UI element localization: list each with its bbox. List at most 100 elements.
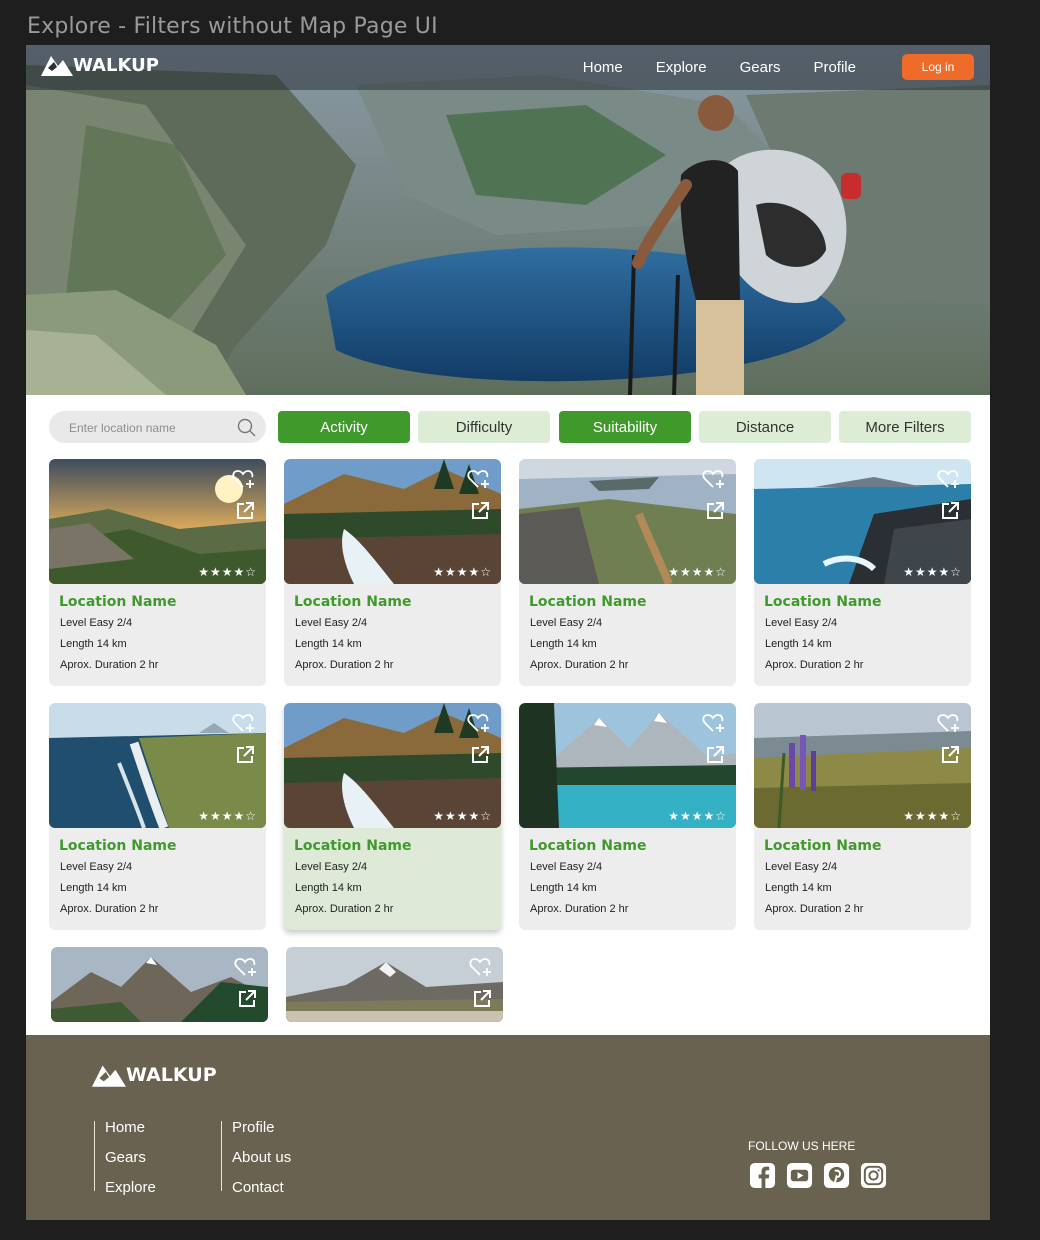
social-links (749, 1162, 887, 1189)
filter-distance[interactable]: Distance (699, 411, 831, 443)
trail-card[interactable]: ★★★★☆ Location Name Level Easy 2/4 Lengt… (754, 459, 971, 686)
filter-activity[interactable]: Activity (278, 411, 410, 443)
location-name: Location Name (529, 594, 647, 610)
mountain-logo-icon (92, 1065, 126, 1087)
footer-brand-name: WALKUP (126, 1064, 217, 1086)
follow-us-label: FOLLOW US HERE (748, 1139, 856, 1153)
pinterest-icon[interactable] (823, 1162, 850, 1189)
trail-length: Length 14 km (530, 882, 597, 894)
rating-stars: ★★★★☆ (433, 809, 492, 823)
location-name: Location Name (764, 594, 882, 610)
external-link-icon[interactable] (705, 745, 725, 765)
location-name: Location Name (294, 838, 412, 854)
favorite-heart-icon[interactable] (232, 468, 256, 490)
search-box[interactable] (49, 411, 266, 445)
hero-banner: WALKUP Home Explore Gears Profile Log in (26, 45, 990, 395)
external-link-icon[interactable] (237, 989, 257, 1009)
trail-duration: Aprox. Duration 2 hr (765, 903, 864, 915)
nav-profile[interactable]: Profile (813, 59, 856, 76)
footer-link-profile[interactable]: Profile (232, 1120, 291, 1151)
nav-links: Home Explore Gears Profile (583, 59, 856, 76)
location-name: Location Name (764, 838, 882, 854)
footer-brand-logo[interactable]: WALKUP (92, 1063, 217, 1087)
favorite-heart-icon[interactable] (937, 712, 961, 734)
filter-bar: Activity Difficulty Suitability Distance… (49, 411, 971, 445)
youtube-icon[interactable] (786, 1162, 813, 1189)
favorite-heart-icon[interactable] (702, 712, 726, 734)
favorite-heart-icon[interactable] (467, 468, 491, 490)
trail-duration: Aprox. Duration 2 hr (295, 903, 394, 915)
trail-length: Length 14 km (530, 638, 597, 650)
brand-name: WALKUP (73, 54, 159, 76)
favorite-heart-icon[interactable] (702, 468, 726, 490)
trail-level: Level Easy 2/4 (765, 861, 838, 873)
nav-home[interactable]: Home (583, 59, 623, 76)
favorite-heart-icon[interactable] (234, 956, 258, 978)
trail-level: Level Easy 2/4 (530, 861, 603, 873)
hero-image (26, 45, 990, 395)
trail-card[interactable]: ★★★★☆ Location Name Level Easy 2/4 Lengt… (49, 703, 266, 930)
location-name: Location Name (294, 594, 412, 610)
footer-link-explore[interactable]: Explore (105, 1180, 156, 1211)
external-link-icon[interactable] (235, 501, 255, 521)
favorite-heart-icon[interactable] (467, 712, 491, 734)
rating-stars: ★★★★☆ (198, 565, 257, 579)
external-link-icon[interactable] (940, 745, 960, 765)
footer-link-contact[interactable]: Contact (232, 1180, 291, 1211)
favorite-heart-icon[interactable] (232, 712, 256, 734)
external-link-icon[interactable] (705, 501, 725, 521)
rating-stars: ★★★★☆ (668, 809, 727, 823)
trail-card[interactable]: ★★★★☆ Location Name Level Easy 2/4 Lengt… (519, 459, 736, 686)
trail-card[interactable]: ★★★★☆ Location Name Level Easy 2/4 Lengt… (754, 703, 971, 930)
search-input[interactable] (67, 411, 231, 445)
favorite-heart-icon[interactable] (937, 468, 961, 490)
trail-length: Length 14 km (295, 638, 362, 650)
footer-link-home[interactable]: Home (105, 1120, 156, 1151)
rating-stars: ★★★★☆ (903, 565, 962, 579)
trail-duration: Aprox. Duration 2 hr (295, 659, 394, 671)
footer-links-col-1: Home Gears Explore (94, 1120, 156, 1195)
page: WALKUP Home Explore Gears Profile Log in… (26, 45, 990, 1220)
nav-gears[interactable]: Gears (740, 59, 781, 76)
trail-duration: Aprox. Duration 2 hr (60, 659, 159, 671)
frame-title: Explore - Filters without Map Page UI (27, 14, 438, 39)
trail-card-partial[interactable] (286, 947, 503, 1022)
favorite-heart-icon[interactable] (469, 956, 493, 978)
filter-more-filters[interactable]: More Filters (839, 411, 971, 443)
location-name: Location Name (529, 838, 647, 854)
trail-level: Level Easy 2/4 (60, 617, 133, 629)
rating-stars: ★★★★☆ (903, 809, 962, 823)
footer: WALKUP Home Gears Explore Profile About … (26, 1035, 990, 1220)
trail-card[interactable]: ★★★★☆ Location Name Level Easy 2/4 Lengt… (284, 459, 501, 686)
rating-stars: ★★★★☆ (668, 565, 727, 579)
trail-duration: Aprox. Duration 2 hr (765, 659, 864, 671)
top-navbar: WALKUP Home Explore Gears Profile Log in (26, 45, 990, 90)
external-link-icon[interactable] (235, 745, 255, 765)
trail-card-partial[interactable] (51, 947, 268, 1022)
trail-duration: Aprox. Duration 2 hr (530, 659, 629, 671)
instagram-icon[interactable] (860, 1162, 887, 1189)
login-button[interactable]: Log in (902, 54, 974, 80)
trail-level: Level Easy 2/4 (295, 861, 368, 873)
external-link-icon[interactable] (940, 501, 960, 521)
footer-link-gears[interactable]: Gears (105, 1150, 156, 1181)
facebook-icon[interactable] (749, 1162, 776, 1189)
location-name: Location Name (59, 838, 177, 854)
filter-difficulty[interactable]: Difficulty (418, 411, 550, 443)
rating-stars: ★★★★☆ (433, 565, 492, 579)
search-icon[interactable] (237, 418, 256, 437)
external-link-icon[interactable] (470, 501, 490, 521)
footer-link-about-us[interactable]: About us (232, 1150, 291, 1181)
trail-length: Length 14 km (765, 638, 832, 650)
trail-card[interactable]: ★★★★☆ Location Name Level Easy 2/4 Lengt… (49, 459, 266, 686)
rating-stars: ★★★★☆ (198, 809, 257, 823)
brand-logo[interactable]: WALKUP (41, 54, 159, 76)
external-link-icon[interactable] (472, 989, 492, 1009)
trail-length: Length 14 km (60, 638, 127, 650)
trail-card-selected[interactable]: ★★★★☆ Location Name Level Easy 2/4 Lengt… (284, 703, 501, 930)
trail-level: Level Easy 2/4 (765, 617, 838, 629)
filter-suitability[interactable]: Suitability (559, 411, 691, 443)
nav-explore[interactable]: Explore (656, 59, 707, 76)
trail-card[interactable]: ★★★★☆ Location Name Level Easy 2/4 Lengt… (519, 703, 736, 930)
external-link-icon[interactable] (470, 745, 490, 765)
